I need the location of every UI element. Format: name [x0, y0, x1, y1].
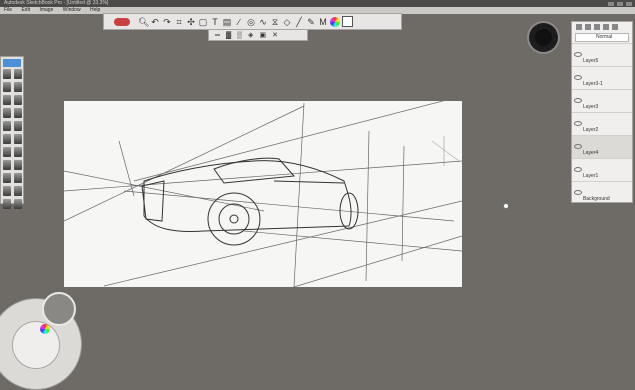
menu-file[interactable]: File	[4, 7, 12, 13]
brush-item[interactable]	[14, 173, 22, 183]
color-editor-icon[interactable]: M	[318, 17, 328, 27]
menu-help[interactable]: Help	[90, 7, 100, 13]
window-controls	[608, 0, 632, 7]
swatch-icon[interactable]	[342, 16, 353, 27]
snap-icon[interactable]: ◈	[248, 31, 253, 39]
layer-row[interactable]: Layer1	[572, 158, 632, 181]
brush-item[interactable]	[3, 69, 11, 79]
text-icon[interactable]: T	[210, 17, 220, 27]
layer-editor: Normal Layer5 Layer3-1 Layer3 Layer2 Lay…	[571, 21, 633, 203]
layer-row[interactable]: Layer5	[572, 43, 632, 66]
close-icon[interactable]: ✕	[272, 31, 278, 39]
window-title: Autodesk SketchBook Pro - [Untitled @ 33…	[4, 0, 109, 6]
title-bar: Autodesk SketchBook Pro - [Untitled @ 33…	[0, 0, 635, 7]
vanishing-point-icon[interactable]: ═	[215, 32, 220, 39]
brush-item[interactable]	[3, 173, 11, 183]
lagoon-inner-ring[interactable]	[12, 321, 60, 369]
brush-item[interactable]	[3, 199, 11, 209]
layer-name: Layer3	[583, 104, 599, 110]
layer-name: Layer1	[583, 173, 599, 179]
ruler-icon[interactable]: ∕	[234, 17, 244, 27]
visibility-icon[interactable]	[574, 121, 582, 126]
brush-icon[interactable]	[114, 17, 130, 26]
brush-item[interactable]	[3, 121, 11, 131]
car-sketch	[64, 101, 462, 287]
french-curve-icon[interactable]: ∿	[258, 17, 268, 27]
brush-palette-header[interactable]	[3, 59, 21, 67]
brush-item[interactable]	[3, 186, 11, 196]
perspective-toolbar: ═ ▓ ▒ ◈ ▣ ✕	[208, 29, 308, 41]
folder-icon[interactable]	[594, 24, 600, 30]
layer-row[interactable]: Background	[572, 181, 632, 204]
drawing-canvas[interactable]	[64, 101, 462, 287]
ellipse-icon[interactable]: ◎	[246, 17, 256, 27]
brush-item[interactable]	[3, 134, 11, 144]
visibility-icon[interactable]	[574, 52, 582, 57]
merge-icon[interactable]	[603, 24, 609, 30]
layer-name: Layer4	[583, 150, 599, 156]
grid-icon[interactable]: ▒	[237, 32, 242, 39]
layer-row[interactable]: Layer3-1	[572, 66, 632, 89]
brush-item[interactable]	[3, 95, 11, 105]
minimize-button[interactable]	[608, 1, 614, 6]
lock-icon[interactable]: ▣	[259, 31, 266, 39]
menu-edit[interactable]: Edit	[21, 7, 30, 13]
close-button[interactable]	[626, 1, 632, 6]
brush-item[interactable]	[14, 160, 22, 170]
delete-icon[interactable]	[612, 24, 618, 30]
brush-item[interactable]	[3, 108, 11, 118]
line-icon[interactable]: ╱	[294, 17, 304, 27]
add-layer-icon[interactable]	[576, 24, 582, 30]
visibility-icon[interactable]	[574, 167, 582, 172]
horizon-icon[interactable]: ▓	[226, 32, 231, 39]
maximize-button[interactable]	[617, 1, 623, 6]
brush-item[interactable]	[3, 82, 11, 92]
perspective-icon[interactable]: ◇	[282, 17, 292, 27]
transform-icon[interactable]: ▢	[198, 17, 208, 27]
visibility-icon[interactable]	[574, 98, 582, 103]
brush-palette	[0, 56, 24, 209]
brush-item[interactable]	[14, 95, 22, 105]
brush-preview[interactable]	[42, 292, 76, 326]
cursor-marker	[503, 203, 509, 209]
brush-grid	[3, 69, 22, 209]
brush-item[interactable]	[14, 121, 22, 131]
layer-editor-toolbar	[572, 22, 632, 32]
move-icon[interactable]: ✣	[186, 17, 196, 27]
layer-row-selected[interactable]: Layer4	[572, 135, 632, 158]
redo-icon[interactable]: ↷	[162, 17, 172, 27]
brush-item[interactable]	[3, 160, 11, 170]
type-icon[interactable]: ▤	[222, 17, 232, 27]
layer-name: Layer2	[583, 127, 599, 133]
brush-item[interactable]	[14, 147, 22, 157]
crop-icon[interactable]: ⌗	[174, 17, 184, 27]
symmetry-icon[interactable]: ⧖	[270, 17, 280, 27]
layer-row[interactable]: Layer3	[572, 89, 632, 112]
brush-item[interactable]	[14, 186, 22, 196]
main-toolbar: 🔍︎ ↶ ↷ ⌗ ✣ ▢ T ▤ ∕ ◎ ∿ ⧖ ◇ ╱ ✎ M	[103, 13, 402, 30]
visibility-icon[interactable]	[574, 144, 582, 149]
undo-icon[interactable]: ↶	[150, 17, 160, 27]
visibility-icon[interactable]	[574, 190, 582, 195]
zoom-icon[interactable]: 🔍︎	[138, 17, 149, 27]
brush-item[interactable]	[14, 108, 22, 118]
brush-puck[interactable]	[529, 23, 558, 52]
layer-name: Layer3-1	[583, 81, 603, 87]
color-wheel-icon[interactable]	[330, 16, 340, 27]
brush-item[interactable]	[14, 199, 22, 209]
add-image-icon[interactable]	[585, 24, 591, 30]
menu-window[interactable]: Window	[63, 7, 81, 13]
color-wheel-icon[interactable]	[40, 324, 50, 334]
layer-name: Background	[583, 196, 610, 202]
blend-mode-select[interactable]: Normal	[575, 33, 629, 42]
menu-image[interactable]: Image	[39, 7, 53, 13]
layer-name: Layer5	[583, 58, 599, 64]
brush-item[interactable]	[14, 82, 22, 92]
brush-item[interactable]	[14, 69, 22, 79]
visibility-icon[interactable]	[574, 75, 582, 80]
layer-row[interactable]: Layer2	[572, 112, 632, 135]
brush-item[interactable]	[14, 134, 22, 144]
brush-item[interactable]	[3, 147, 11, 157]
pen-icon[interactable]: ✎	[306, 17, 316, 27]
